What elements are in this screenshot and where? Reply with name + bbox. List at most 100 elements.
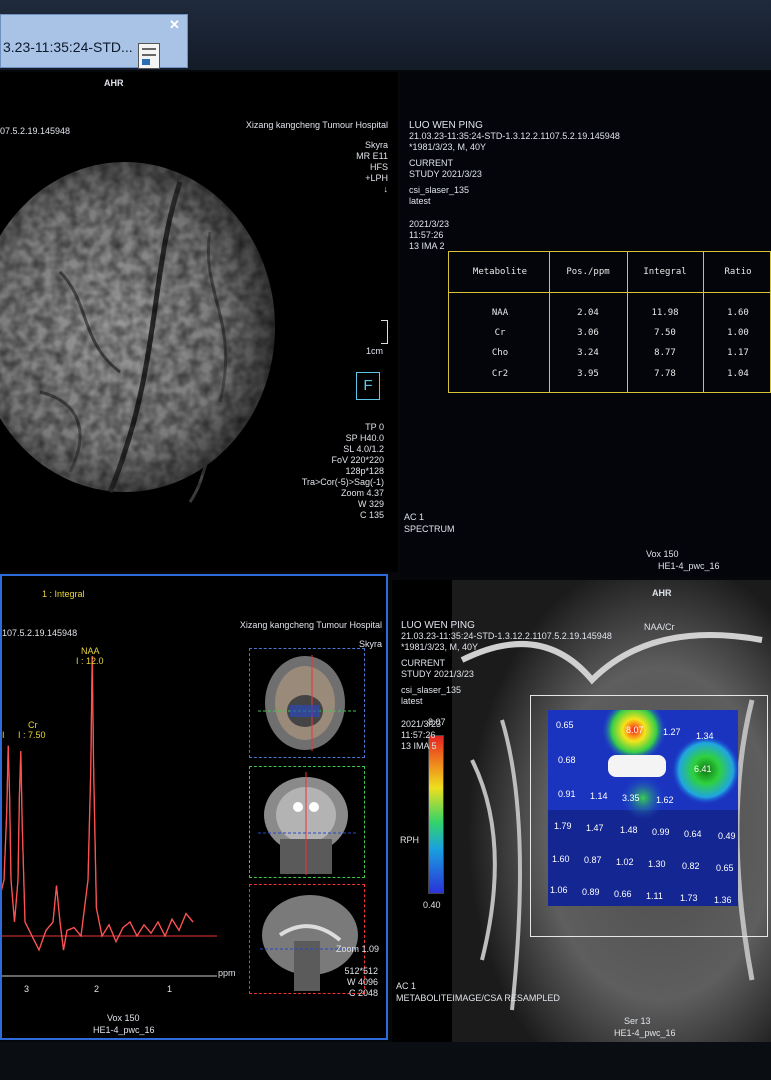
vox-label: Vox 150	[107, 1013, 140, 1023]
table-cell: 7.50	[654, 328, 676, 338]
grid-value: 0.82	[682, 861, 700, 871]
grid-value: 1.14	[590, 791, 608, 801]
table-cell: 3.24	[577, 348, 599, 358]
mode-label: METABOLITEIMAGE/CSA RESAMPLED	[396, 993, 560, 1003]
coronal-thumbnail-image	[258, 772, 356, 875]
ac-label: AC 1	[404, 512, 425, 522]
tab-title: 3.23-11:35:24-STD...	[3, 39, 133, 55]
table-cell: 1.60	[727, 308, 749, 318]
spectrum-raw-line	[2, 655, 194, 952]
vox-label: Vox 150	[646, 549, 679, 559]
spectrum-plot	[2, 655, 217, 977]
mode-label: SPECTRUM	[404, 524, 455, 534]
axial-thumbnail-image	[258, 655, 356, 751]
metabolite-table: Metabolite Pos./ppm Integral Ratio NAA 2…	[448, 251, 771, 393]
scale-label: 1cm	[366, 346, 384, 356]
grid-value: 1.02	[616, 857, 634, 867]
grid-value: 0.66	[614, 889, 632, 899]
orientation-rph: RPH	[400, 835, 420, 845]
grid-value: 0.87	[584, 855, 602, 865]
hospital-label: Xizang kangcheng Tumour Hospital	[245, 120, 388, 130]
grid-value: 1.47	[586, 823, 604, 833]
thumbnail-coronal[interactable]	[249, 766, 365, 878]
naa-cr-label: NAA/Cr	[644, 622, 675, 632]
scanner-info: Skyra MR E11 HFS +LPH ↓	[356, 140, 388, 194]
grid-value: 1.79	[554, 821, 572, 831]
close-icon[interactable]: ✕	[169, 17, 180, 33]
study-id-label: 07.5.2.19.145948	[0, 126, 71, 136]
axis-unit: ppm	[218, 968, 236, 978]
axis-tick: 3	[24, 984, 30, 994]
grid-value: 1.36	[714, 895, 732, 905]
grid-value: 1.06	[550, 885, 568, 895]
spectrum-fit-line	[2, 655, 194, 952]
patient-info: LUO WEN PING 21.03.23-11:35:24-STD-1.3.1…	[409, 120, 620, 251]
axis-tick: 1	[167, 984, 173, 994]
patient-info: LUO WEN PING 21.03.23-11:35:24-STD-1.3.1…	[401, 620, 612, 751]
integral-mode-label: 1 : Integral	[42, 589, 85, 599]
matrix-label: 512*512	[344, 966, 378, 976]
grid-value: 0.64	[684, 829, 702, 839]
table-cell: 3.95	[577, 369, 599, 379]
thumbnail-axial[interactable]	[249, 648, 365, 758]
color-scale-bar	[428, 735, 444, 894]
table-header: Pos./ppm	[566, 267, 610, 277]
partial-peak-label: I	[2, 730, 5, 740]
table-cell: 11.98	[651, 308, 679, 318]
zoom-label: Zoom 1.09	[336, 944, 380, 954]
grid-value: 0.91	[558, 789, 576, 799]
orientation-label: AHR	[652, 588, 672, 598]
grid-value: 1.27	[663, 727, 681, 737]
grid-value: 1.34	[696, 731, 714, 741]
ac-label: AC 1	[396, 981, 417, 991]
grid-value: 0.65	[716, 863, 734, 873]
scale-min: 0.40	[423, 900, 441, 910]
series-label: Ser 13	[624, 1016, 651, 1026]
grid-value: 8.07	[626, 725, 644, 735]
coil-label: HE1-4_pwc_16	[614, 1028, 676, 1038]
axis-tick: 2	[94, 984, 100, 994]
table-cell: 1.04	[727, 369, 749, 379]
cr-value: I : 7.50	[18, 730, 46, 740]
hospital-label: Xizang kangcheng Tumour Hospital	[239, 620, 382, 630]
table-cell: 7.78	[654, 369, 676, 379]
grid-value: 3.35	[622, 793, 640, 803]
table-cell: Cr	[494, 328, 506, 338]
table-cell: NAA	[491, 308, 509, 318]
coil-label: HE1-4_pwc_16	[658, 561, 720, 571]
scale-bar	[381, 320, 388, 344]
frame-icon[interactable]: F	[356, 372, 380, 400]
image-parameters: TP 0 SP H40.0 SL 4.0/1.2 FoV 220*220 128p*12…	[301, 422, 384, 520]
table-cell: Cr2	[491, 369, 509, 379]
document-icon[interactable]	[138, 43, 160, 69]
table-header: Ratio	[724, 267, 752, 277]
orientation-label: AHR	[104, 78, 124, 88]
viewer-metabolite-map[interactable]: 8.07 0.40 RPH AHR NAA/Cr LUO WEN PING 21…	[392, 580, 771, 1042]
grid-value: 1.73	[680, 893, 698, 903]
viewer-axial-brain[interactable]: AHR 07.5.2.19.145948 Xizang kangcheng Tu…	[0, 72, 398, 572]
grid-value: 1.48	[620, 825, 638, 835]
table-cell: 1.17	[727, 348, 749, 358]
status-bar	[0, 1042, 771, 1080]
grid-value: 1.11	[646, 891, 663, 901]
grid-value: 1.62	[656, 795, 674, 805]
image-tab[interactable]: 3.23-11:35:24-STD... ✕	[0, 14, 188, 69]
grid-value: 0.65	[556, 720, 574, 730]
grid-value: 1.30	[648, 859, 666, 869]
grid-value: 0.99	[652, 827, 670, 837]
grid-value: 0.68	[558, 755, 576, 765]
table-cell: 8.77	[654, 348, 676, 358]
viewer-spectrum[interactable]: 1 : Integral 107.5.2.19.145948 Xizang ka…	[0, 574, 388, 1040]
coil-label: HE1-4_pwc_16	[93, 1025, 155, 1035]
grid-value: 6.41	[694, 764, 712, 774]
center-label: C 2048	[348, 988, 378, 998]
table-cell: 2.04	[577, 308, 599, 318]
table-header: Metabolite	[472, 267, 528, 277]
table-cell: Cho	[491, 348, 509, 358]
naa-value: I : 12.0	[76, 656, 104, 666]
table-cell: 1.00	[727, 328, 749, 338]
table-header: Integral	[643, 267, 687, 277]
grid-value: 0.49	[718, 831, 736, 841]
table-cell: 3.06	[577, 328, 599, 338]
grid-value: 0.89	[582, 887, 600, 897]
